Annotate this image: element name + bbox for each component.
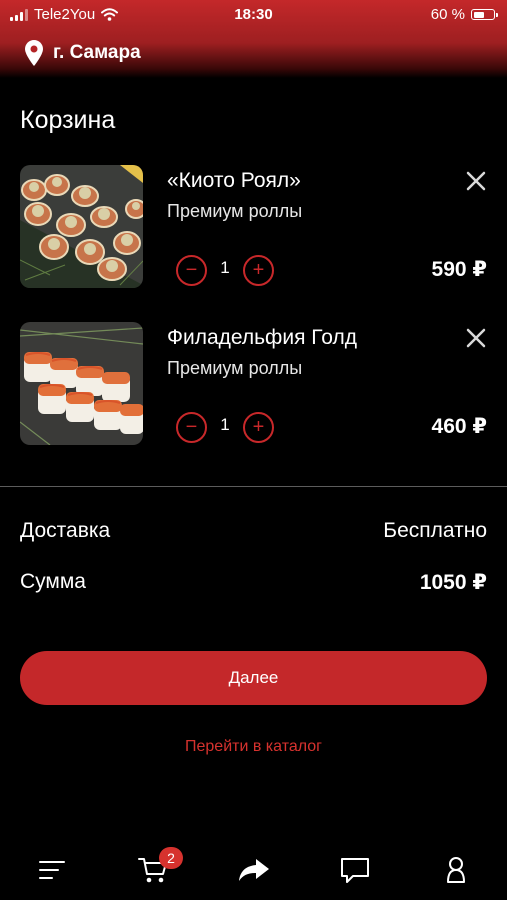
battery-percent: 60 % [430, 6, 465, 23]
cart-count-badge: 2 [159, 847, 183, 869]
status-bar: Tele2You 18:30 60 % [0, 0, 507, 30]
tab-chat[interactable] [335, 852, 375, 888]
total-row: Сумма 1050 ₽ [20, 570, 487, 594]
total-value: 1050 ₽ [419, 571, 487, 594]
page-title: Корзина [20, 106, 116, 134]
status-right: 60 % [430, 6, 498, 23]
total-label: Сумма [20, 570, 86, 593]
menu-icon [39, 861, 65, 879]
header: Tele2You 18:30 60 % г. Самара [0, 0, 507, 78]
location-pin-icon [25, 40, 43, 66]
increase-quantity-button[interactable]: + [243, 255, 274, 286]
tab-profile[interactable] [436, 852, 476, 888]
quantity-value: 1 [220, 415, 230, 434]
city-label: г. Самара [53, 42, 141, 63]
tab-bar [0, 840, 507, 900]
kyoto-roll-photo [20, 165, 143, 288]
tab-menu[interactable] [32, 852, 72, 888]
next-button[interactable]: Далее [20, 651, 487, 705]
product-image[interactable] [20, 322, 143, 445]
divider [0, 486, 507, 487]
remove-item-icon[interactable] [462, 324, 490, 352]
share-icon [239, 859, 269, 881]
cart-item: «Киото Роял» Премиум роллы − 1 + 590 ₽ [0, 165, 507, 290]
delivery-row: Доставка Бесплатно [20, 519, 487, 543]
profile-icon [447, 857, 465, 883]
quantity-value: 1 [220, 258, 230, 277]
location-selector[interactable]: г. Самара [25, 40, 141, 66]
go-to-catalog-link[interactable]: Перейти в каталог [0, 738, 507, 756]
battery-level [473, 11, 485, 18]
decrease-quantity-button[interactable]: − [176, 412, 207, 443]
battery-icon [471, 9, 498, 20]
remove-item-icon[interactable] [462, 167, 490, 195]
increase-quantity-button[interactable]: + [243, 412, 274, 443]
cart-item: Филадельфия Голд Премиум роллы − 1 + 460… [0, 322, 507, 447]
delivery-value: Бесплатно [383, 519, 487, 542]
product-category: Премиум роллы [167, 358, 303, 378]
product-image[interactable] [20, 165, 143, 288]
product-name: «Киото Роял» [167, 169, 301, 192]
product-price: 590 ₽ [431, 258, 487, 281]
delivery-label: Доставка [20, 519, 111, 542]
product-category: Премиум роллы [167, 201, 303, 221]
chat-icon [341, 858, 369, 883]
philadelphia-roll-photo [20, 322, 143, 445]
product-name: Филадельфия Голд [167, 326, 357, 349]
tab-share[interactable] [234, 852, 274, 888]
product-price: 460 ₽ [431, 415, 487, 438]
decrease-quantity-button[interactable]: − [176, 255, 207, 286]
